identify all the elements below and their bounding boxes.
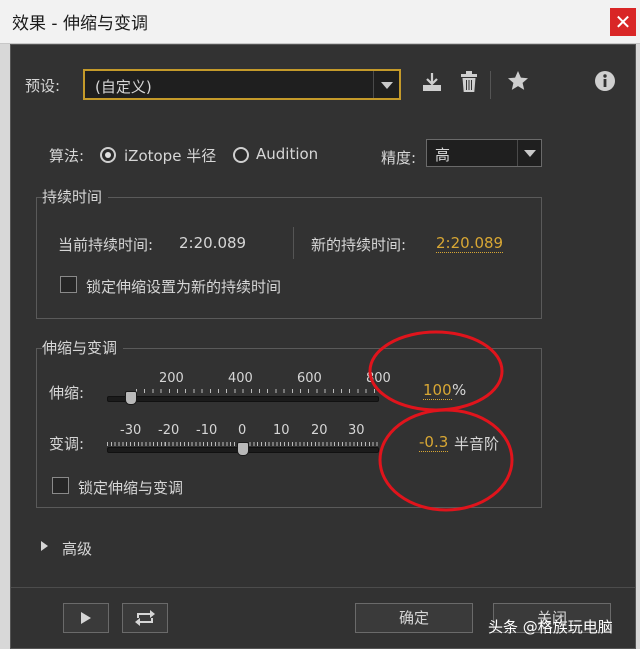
annotation-overlay: [368, 330, 514, 512]
annotation-circle: [368, 330, 504, 412]
watermark: 头条 @格族玩电脑: [488, 618, 613, 636]
annotation-circle: [378, 408, 514, 512]
